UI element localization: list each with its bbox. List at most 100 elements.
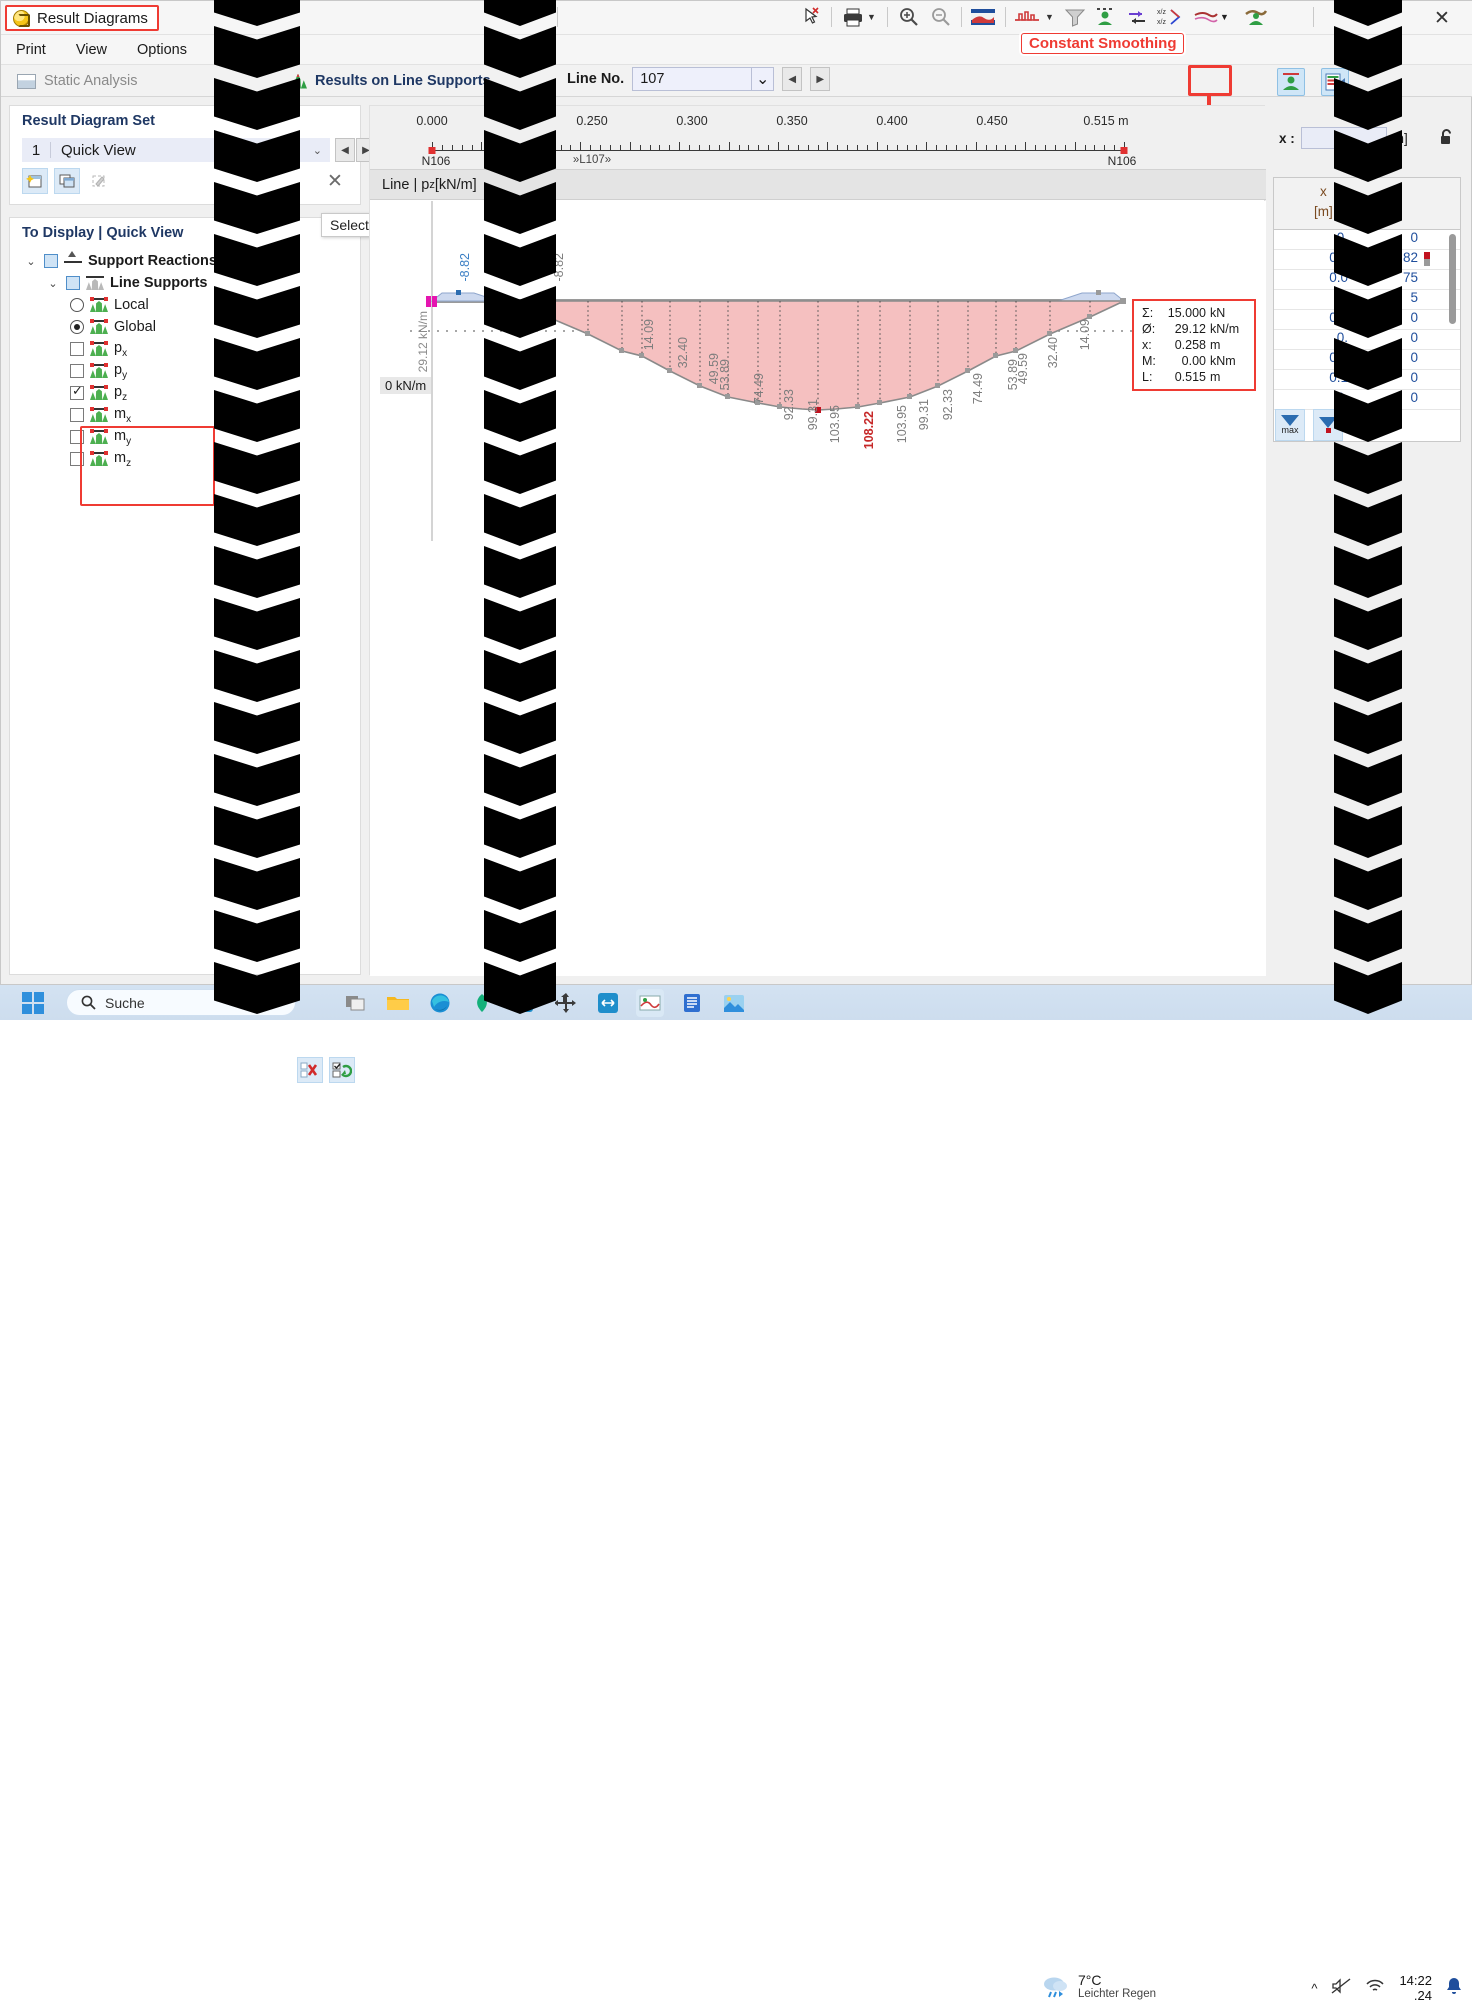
app-arrows-icon[interactable] — [594, 989, 622, 1017]
filter-icon[interactable] — [1063, 3, 1087, 31]
pick-line-icon[interactable] — [801, 3, 825, 31]
no-sound-icon[interactable] — [1331, 1977, 1351, 1999]
ruler-tick — [609, 145, 611, 150]
menu-item-print[interactable]: Print — [11, 40, 51, 60]
constant-smoothing-dropdown-icon[interactable]: ▼ — [1220, 3, 1229, 31]
diagram-style-dropdown-icon[interactable]: ▼ — [1045, 3, 1054, 31]
line-support-icon[interactable] — [1277, 68, 1305, 96]
app-s-icon[interactable]: S — [510, 989, 538, 1017]
close-icon[interactable]: ✕ — [1425, 5, 1459, 31]
tree-item-global[interactable]: Global — [18, 316, 354, 338]
table-row[interactable]: 0.0 0 — [1274, 310, 1460, 330]
notification-bell-icon[interactable] — [1446, 1977, 1462, 2000]
previous-line-button[interactable]: ◀ — [782, 67, 803, 91]
menu-item-options[interactable]: Options — [132, 40, 192, 60]
next-line-button[interactable]: ▶ — [810, 67, 831, 91]
chevron-up-icon[interactable]: ^ — [1311, 1981, 1317, 1996]
line-release-icon[interactable] — [1243, 3, 1269, 31]
zoom-out-icon[interactable] — [929, 3, 953, 31]
tree-item-line-supports[interactable]: ⌄ Line Supports — [18, 272, 354, 294]
filter-button[interactable] — [1313, 409, 1343, 441]
table-row[interactable]: 0. 0 — [1274, 230, 1460, 250]
chevron-down-icon[interactable]: ⌄ — [313, 144, 330, 157]
render-view-icon[interactable] — [969, 3, 997, 31]
tree-item-mx[interactable]: mx — [18, 404, 354, 426]
table-row[interactable]: 0. 5 — [1274, 290, 1460, 310]
checkbox-py[interactable] — [70, 364, 84, 378]
deselect-all-icon[interactable] — [297, 1057, 323, 1083]
edge-browser-icon[interactable] — [426, 989, 454, 1017]
tree-item-local[interactable]: Local — [18, 294, 354, 316]
results-on-line-supports-button[interactable]: Results on Line Supports — [289, 67, 491, 95]
rfem-icon[interactable] — [636, 988, 664, 1017]
unlock-icon[interactable] — [1439, 128, 1455, 149]
invert-selection-icon[interactable] — [329, 1057, 355, 1083]
chevron-down-icon[interactable]: ⌄ — [24, 255, 38, 268]
checkbox-support-reactions[interactable] — [44, 254, 58, 268]
chevron-down-icon[interactable]: ⌄ — [752, 67, 775, 91]
close-set-button[interactable]: ✕ — [322, 168, 348, 194]
tree-item-support-reactions[interactable]: ⌄ Support Reactions — [18, 250, 354, 272]
checkbox-mz[interactable] — [70, 452, 84, 466]
menu-item-view[interactable]: View — [71, 40, 112, 60]
checkbox-line-supports[interactable] — [66, 276, 80, 290]
min-marker-icon — [1424, 259, 1430, 266]
tree-item-px[interactable]: px — [18, 338, 354, 360]
static-analysis-button[interactable]: Static Analysis — [9, 67, 146, 95]
checkbox-pz[interactable] — [70, 383, 84, 400]
checkbox-my[interactable] — [70, 430, 84, 444]
checkbox-px[interactable] — [70, 342, 84, 356]
search-input[interactable]: Suche — [66, 989, 296, 1016]
line-no-input[interactable]: 107 — [632, 67, 753, 91]
table-row[interactable]: 0.0 75 — [1274, 270, 1460, 290]
table-row[interactable]: 0. 0 — [1274, 330, 1460, 350]
previous-set-button[interactable]: ◀ — [335, 138, 355, 162]
checkbox-mx[interactable] — [70, 408, 84, 422]
filter-max-button[interactable]: max — [1275, 409, 1305, 441]
zoom-in-icon[interactable] — [897, 3, 921, 31]
table-row[interactable]: 0.1 0 — [1274, 370, 1460, 390]
photos-icon[interactable] — [720, 989, 748, 1017]
cell-x: 0. — [1336, 230, 1348, 245]
info-key: x: — [1142, 338, 1152, 352]
print-dropdown-icon[interactable]: ▼ — [867, 3, 876, 31]
radio-global[interactable] — [70, 320, 84, 334]
diagram-canvas[interactable]: 0 kN/m 29.12 kN/m 29.12 kN/m -8.82 -8.82… — [370, 201, 1266, 976]
task-view-icon[interactable] — [342, 989, 370, 1017]
radio-local[interactable] — [70, 298, 84, 312]
value-label: 103.95 — [895, 405, 909, 444]
results-table[interactable]: x [m] 0. 0 0.0 82 0.0 75 0. 5 0.0 0 0. 0… — [1273, 177, 1461, 442]
support-reaction-icon[interactable] — [1093, 3, 1117, 31]
result-diagram-set-combobox[interactable]: 1 Quick View ⌄ — [22, 138, 330, 162]
table-scrollbar[interactable] — [1449, 234, 1456, 324]
table-row[interactable]: 0.0 0 — [1274, 350, 1460, 370]
file-explorer-icon[interactable] — [384, 989, 412, 1017]
chevron-down-icon[interactable]: ⌄ — [46, 277, 60, 290]
new-set-button[interactable] — [22, 168, 48, 194]
app-move-icon[interactable] — [552, 989, 580, 1017]
tree-item-pz[interactable]: pz — [18, 382, 354, 404]
ruler-tick — [837, 145, 839, 150]
refresh-icon[interactable] — [1125, 3, 1149, 31]
windows-start-icon[interactable] — [22, 991, 44, 1014]
table-row[interactable]: 0.0 82 — [1274, 250, 1460, 270]
edit-set-button[interactable] — [86, 168, 112, 194]
diagram-style-icon[interactable] — [1013, 3, 1041, 31]
app-green-icon[interactable] — [468, 989, 496, 1017]
print-icon[interactable] — [841, 3, 865, 31]
tree-item-my[interactable]: my — [18, 426, 354, 448]
constant-smoothing-icon[interactable] — [1193, 3, 1219, 31]
clock[interactable]: 14:22 .24 — [1399, 1973, 1432, 2003]
scale-xy-icon[interactable]: x/z x/z — [1157, 3, 1183, 31]
ruler-tick — [471, 145, 473, 150]
table-panel-icon[interactable] — [1321, 68, 1349, 96]
weather-widget[interactable]: 7°C Leichter Regen — [1040, 1973, 1156, 2000]
copy-set-button[interactable] — [54, 168, 80, 194]
tree-item-mz[interactable]: mz — [18, 448, 354, 470]
notes-icon[interactable] — [678, 989, 706, 1017]
table-row[interactable]: 0. 0 — [1274, 390, 1460, 410]
tree-item-py[interactable]: py — [18, 360, 354, 382]
x-input[interactable] — [1300, 127, 1387, 149]
cell-value: 0 — [1410, 390, 1418, 405]
wifi-icon[interactable] — [1365, 1978, 1385, 1999]
